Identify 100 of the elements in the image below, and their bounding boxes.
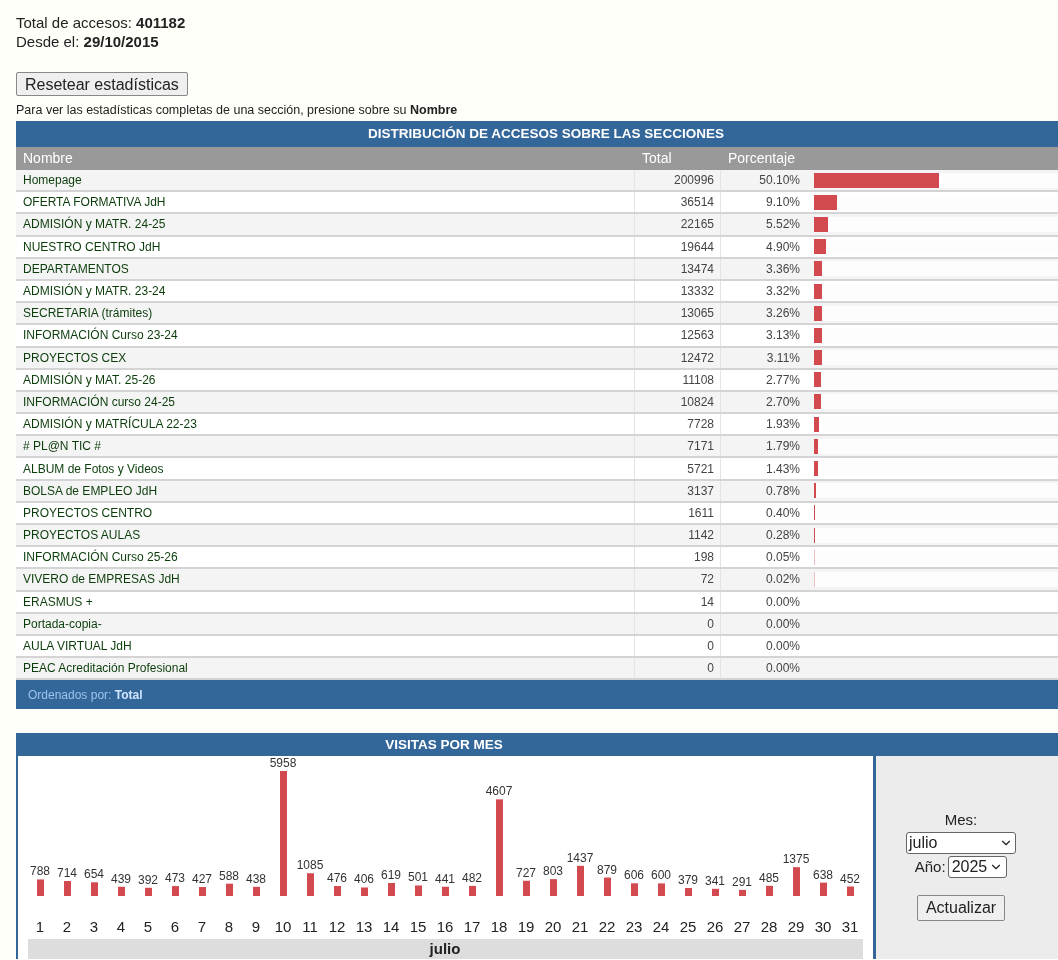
section-name-link[interactable]: PEAC Acreditación Profesional [16, 658, 634, 679]
bar-value-label: 441 [435, 872, 455, 887]
bar-value-label: 879 [597, 862, 617, 877]
table-row[interactable]: ADMISIÓN y MATRÍCULA 22-23 7728 1.93% [16, 414, 1058, 437]
total-accesses-text: Total de accesos: 401182 [16, 13, 186, 32]
table-cell: 12563 [634, 325, 720, 346]
day-label: 2 [62, 918, 72, 936]
table-cell: 3.26% [720, 303, 806, 324]
section-name-link[interactable]: ADMISIÓN y MAT. 25-26 [16, 369, 634, 390]
chart-bar [37, 879, 44, 897]
chart-bar [91, 882, 98, 897]
chart-bar [334, 886, 341, 897]
table-row[interactable]: PROYECTOS CEX 12472 3.11% [16, 347, 1058, 370]
section-name-link[interactable]: BOLSA de EMPLEO JdH [16, 480, 634, 501]
table-row[interactable]: VIVERO de EMPRESAS JdH 72 0.02% [16, 569, 1058, 592]
table-row[interactable]: PROYECTOS AULAS 1142 0.28% [16, 525, 1058, 548]
day-label: 1 [35, 918, 45, 936]
day-label: 14 [382, 918, 400, 936]
table-cell: 22165 [634, 214, 720, 235]
table-cell: 0 [634, 658, 720, 679]
bar-value-label: 638 [813, 867, 833, 882]
section-name-link[interactable]: Portada-copia- [16, 613, 634, 634]
section-name-link[interactable]: ERASMUS + [16, 591, 634, 612]
table-row[interactable]: ADMISIÓN y MATR. 24-25 22165 5.52% [16, 214, 1058, 237]
section-name-link[interactable]: # PL@N TIC # [16, 436, 634, 457]
table-cell: 10824 [634, 391, 720, 413]
day-label: 31 [841, 918, 859, 936]
table-row[interactable]: PEAC Acreditación Profesional 0 0.00% [16, 658, 1058, 681]
table-row[interactable]: ALBUM de Fotos y Videos 5721 1.43% [16, 458, 1058, 481]
table-cell: 3.36% [720, 258, 806, 279]
section-name-link[interactable]: ALBUM de Fotos y Videos [16, 458, 634, 479]
section-name-link[interactable]: Homepage [16, 170, 634, 191]
day-label: 15 [409, 918, 427, 936]
section-name-link[interactable]: ADMISIÓN y MATRÍCULA 22-23 [16, 414, 634, 435]
section-name-link[interactable]: AULA VIRTUAL JdH [16, 635, 634, 657]
column-header: Nombre [22, 149, 74, 168]
table-cell: 3.13% [720, 325, 806, 346]
section-name-link[interactable]: INFORMACIÓN Curso 25-26 [16, 547, 634, 568]
bar-value-label: 392 [138, 873, 158, 888]
table-row[interactable]: BOLSA de EMPLEO JdH 3137 0.78% [16, 480, 1058, 503]
table-row[interactable]: ADMISIÓN y MAT. 25-26 11108 2.77% [16, 369, 1058, 392]
chart-bar [712, 889, 719, 897]
table-row[interactable]: # PL@N TIC # 7171 1.79% [16, 436, 1058, 459]
day-label: 7 [197, 918, 207, 936]
table-row[interactable]: AULA VIRTUAL JdH 0 0.00% [16, 635, 1058, 659]
day-label: 13 [355, 918, 373, 936]
day-label: 28 [760, 918, 778, 936]
day-label: 25 [679, 918, 697, 936]
chart-bar [766, 886, 773, 897]
section-name-link[interactable]: INFORMACIÓN Curso 23-24 [16, 325, 634, 346]
table-cell: 50.10% [720, 170, 806, 191]
table-row[interactable]: INFORMACIÓN Curso 23-24 12563 3.13% [16, 325, 1058, 348]
table-row[interactable]: INFORMACIÓN curso 24-25 10824 2.70% [16, 391, 1058, 415]
table-cell: 7171 [634, 436, 720, 457]
chart-bar [307, 873, 314, 897]
bar-value-label: 714 [57, 866, 77, 881]
table-row[interactable]: Homepage 200996 50.10% [16, 170, 1058, 193]
bar-value-label: 439 [111, 872, 131, 887]
bar-value-label: 654 [84, 867, 104, 882]
table-row[interactable]: PROYECTOS CENTRO 1611 0.40% [16, 502, 1058, 525]
month-select[interactable]: julio [906, 831, 1016, 854]
table-row[interactable]: Portada-copia- 0 0.00% [16, 613, 1058, 636]
table-cell: 1.79% [720, 436, 806, 457]
table-row[interactable]: OFERTA FORMATIVA JdH 36514 9.10% [16, 192, 1058, 215]
year-select[interactable]: 2025 [947, 856, 1008, 879]
bar-value-label: 606 [624, 868, 644, 883]
section-name-link[interactable]: INFORMACIÓN curso 24-25 [16, 391, 634, 413]
section-name-link[interactable]: OFERTA FORMATIVA JdH [16, 192, 634, 213]
table-row[interactable]: INFORMACIÓN Curso 25-26 198 0.05% [16, 547, 1058, 570]
bar-value-label: 482 [462, 871, 482, 886]
section-name-link[interactable]: SECRETARIA (trámites) [16, 303, 634, 324]
chart-bar [253, 887, 260, 897]
section-name-link[interactable]: PROYECTOS CEX [16, 347, 634, 368]
table-row[interactable]: ERASMUS + 14 0.00% [16, 591, 1058, 614]
chart-bar [388, 883, 395, 897]
chart-bar [820, 882, 827, 897]
update-button[interactable]: Actualizar [916, 895, 1006, 922]
table-cell: 0.00% [720, 658, 806, 679]
table-cell: 0.05% [720, 547, 806, 568]
chart-bar [658, 883, 665, 897]
table-row[interactable]: ADMISIÓN y MATR. 23-24 13332 3.32% [16, 280, 1058, 304]
section-name-link[interactable]: PROYECTOS AULAS [16, 525, 634, 546]
table-cell: 200996 [634, 170, 720, 191]
day-label: 22 [598, 918, 616, 936]
table-row[interactable]: DEPARTAMENTOS 13474 3.36% [16, 258, 1058, 281]
section-name-link[interactable]: NUESTRO CENTRO JdH [16, 236, 634, 257]
table-cell: 36514 [634, 192, 720, 213]
chart-bar [577, 866, 584, 897]
chart-bar [118, 887, 125, 897]
section-name-link[interactable]: ADMISIÓN y MATR. 24-25 [16, 214, 634, 235]
column-header: Total [641, 149, 673, 168]
section-name-link[interactable]: DEPARTAMENTOS [16, 258, 634, 279]
section-name-link[interactable]: ADMISIÓN y MATR. 23-24 [16, 280, 634, 302]
section-name-link[interactable]: VIVERO de EMPRESAS JdH [16, 569, 634, 590]
section-name-link[interactable]: PROYECTOS CENTRO [16, 502, 634, 523]
reset-stats-button[interactable]: Resetear estadísticas [16, 72, 188, 96]
table-row[interactable]: NUESTRO CENTRO JdH 19644 4.90% [16, 236, 1058, 259]
table-title: DISTRIBUCIÓN DE ACCESOS SOBRE LAS SECCIONES [368, 124, 724, 143]
day-label: 4 [116, 918, 126, 936]
table-row[interactable]: SECRETARIA (trámites) 13065 3.26% [16, 303, 1058, 326]
